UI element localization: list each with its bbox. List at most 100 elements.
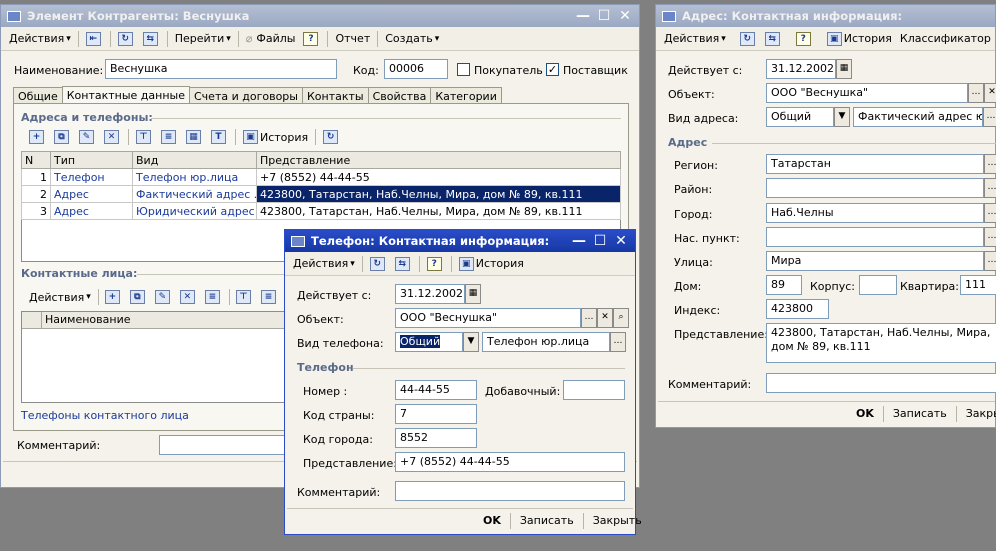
- settlement-field[interactable]: [766, 227, 984, 247]
- goto-menu[interactable]: Перейти: [171, 29, 235, 49]
- extension-field[interactable]: [563, 380, 625, 400]
- help-button[interactable]: ?: [423, 254, 448, 274]
- comment-field[interactable]: [159, 435, 287, 455]
- chevron-down-icon[interactable]: ▼: [834, 107, 850, 127]
- filter-list-icon[interactable]: ≡: [157, 127, 182, 147]
- select-kind-button[interactable]: …: [983, 107, 996, 127]
- address-titlebar[interactable]: Адрес: Контактная информация:: [656, 5, 995, 27]
- address-kind-select[interactable]: Общий: [766, 107, 834, 127]
- history-button[interactable]: ▣ История: [239, 127, 312, 147]
- back-icon[interactable]: ⇤: [82, 29, 107, 49]
- maximize-icon[interactable]: ☐: [590, 232, 610, 250]
- swap-icon[interactable]: ⇆: [761, 29, 786, 49]
- city-field[interactable]: Наб.Челны: [766, 203, 984, 223]
- refresh-icon[interactable]: ↻: [736, 29, 761, 49]
- contacts-grid-header[interactable]: Наименование: [22, 312, 286, 329]
- building-field[interactable]: [859, 275, 897, 295]
- district-field[interactable]: [766, 178, 984, 198]
- comment-field[interactable]: [766, 373, 996, 393]
- swap-icon[interactable]: ⇆: [391, 254, 416, 274]
- valid-from-field[interactable]: 31.12.2002: [766, 59, 836, 79]
- select-kind-button[interactable]: …: [610, 332, 626, 352]
- valid-from-field[interactable]: 31.12.2002: [395, 284, 465, 304]
- representation-field[interactable]: 423800, Татарстан, Наб.Челны, Мира, дом …: [766, 323, 996, 363]
- number-field[interactable]: 44-44-55: [395, 380, 477, 400]
- delete-row-icon[interactable]: ✕: [100, 127, 125, 147]
- hierarchy-icon[interactable]: ≡: [201, 287, 226, 307]
- save-button[interactable]: Записать: [887, 405, 953, 422]
- select-object-button[interactable]: …: [968, 83, 984, 103]
- refresh-icon[interactable]: ↻: [114, 29, 139, 49]
- country-code-field[interactable]: 7: [395, 404, 477, 424]
- close-button[interactable]: Закрыть: [587, 512, 648, 529]
- add-contact-icon[interactable]: +: [101, 287, 126, 307]
- object-field[interactable]: ООО "Веснушка": [395, 308, 581, 328]
- maximize-icon[interactable]: ☐: [594, 7, 614, 25]
- actions-menu[interactable]: Действия: [289, 254, 359, 274]
- close-icon[interactable]: ✕: [615, 7, 635, 25]
- clear-object-button[interactable]: ✕: [597, 308, 613, 328]
- close-icon[interactable]: ✕: [611, 232, 631, 250]
- grid-header-type[interactable]: Тип: [50, 151, 133, 169]
- calendar-icon[interactable]: ▦: [465, 284, 481, 304]
- address-kind-field[interactable]: Фактический адрес юр: [853, 107, 983, 127]
- grid-header-repr[interactable]: Представление: [256, 151, 621, 169]
- add-row-icon[interactable]: +: [25, 127, 50, 147]
- contact-phones-link[interactable]: Телефоны контактного лица: [21, 409, 189, 422]
- table-row[interactable]: 3 Адрес Юридический адрес ... 423800, Та…: [21, 202, 621, 220]
- copy-contact-icon[interactable]: ⧉: [126, 287, 151, 307]
- edit-row-icon[interactable]: ✎: [75, 127, 100, 147]
- flat-field[interactable]: 111: [960, 275, 996, 295]
- report-button[interactable]: Отчет: [331, 29, 374, 49]
- table-row[interactable]: 2 Адрес Фактический адрес ... 423800, Та…: [21, 185, 621, 203]
- filter-icon[interactable]: ⊤: [232, 287, 257, 307]
- classifier-button[interactable]: Классификатор: [896, 29, 995, 49]
- help-button[interactable]: ?: [299, 29, 324, 49]
- code-field[interactable]: 00006: [384, 59, 448, 79]
- phone-kind-field[interactable]: Телефон юр.лица: [482, 332, 610, 352]
- supplier-checkbox[interactable]: ✓: [546, 63, 559, 76]
- phone-kind-select[interactable]: Общий: [395, 332, 463, 352]
- close-button[interactable]: Закрыть: [960, 405, 996, 422]
- buyer-checkbox[interactable]: [457, 63, 470, 76]
- select-district-button[interactable]: …: [984, 178, 996, 198]
- minimize-icon[interactable]: —: [569, 232, 589, 250]
- object-field[interactable]: ООО "Веснушка": [766, 83, 968, 103]
- minimize-icon[interactable]: —: [573, 7, 593, 25]
- history-button[interactable]: ▣ История: [455, 254, 528, 274]
- help-button[interactable]: ?: [792, 29, 817, 49]
- sort-icon[interactable]: ▦: [182, 127, 207, 147]
- chevron-down-icon[interactable]: ▼: [463, 332, 479, 352]
- filter-icon[interactable]: ⊤: [132, 127, 157, 147]
- files-button[interactable]: ⌀ Файлы: [242, 29, 300, 49]
- history-button[interactable]: ▣ История: [823, 29, 896, 49]
- city-code-field[interactable]: 8552: [395, 428, 477, 448]
- select-object-button[interactable]: …: [581, 308, 597, 328]
- street-field[interactable]: Мира: [766, 251, 984, 271]
- region-field[interactable]: Татарстан: [766, 154, 984, 174]
- representation-field[interactable]: +7 (8552) 44-44-55: [395, 452, 625, 472]
- edit-contact-icon[interactable]: ✎: [151, 287, 176, 307]
- select-settlement-button[interactable]: …: [984, 227, 996, 247]
- contacts-actions-menu[interactable]: Действия: [25, 287, 95, 307]
- refresh-icon[interactable]: ↻: [319, 127, 344, 147]
- comment-field[interactable]: [395, 481, 625, 501]
- ok-button[interactable]: OK: [477, 512, 507, 529]
- save-button[interactable]: Записать: [514, 512, 580, 529]
- table-row[interactable]: 1 Телефон Телефон юр.лица +7 (8552) 44-4…: [21, 168, 621, 186]
- grid-header-kind[interactable]: Вид: [132, 151, 257, 169]
- select-region-button[interactable]: …: [984, 154, 996, 174]
- grid-header-n[interactable]: N: [21, 151, 51, 169]
- calendar-icon[interactable]: ▦: [836, 59, 852, 79]
- select-street-button[interactable]: …: [984, 251, 996, 271]
- delete-contact-icon[interactable]: ✕: [176, 287, 201, 307]
- actions-menu[interactable]: Действия: [660, 29, 730, 49]
- clear-object-button[interactable]: ✕: [984, 83, 996, 103]
- search-icon[interactable]: ⌕: [613, 308, 629, 328]
- name-field[interactable]: Веснушка: [105, 59, 337, 79]
- actions-menu[interactable]: Действия: [5, 29, 75, 49]
- clear-filter-icon[interactable]: T: [207, 127, 232, 147]
- index-field[interactable]: 423800: [766, 299, 829, 319]
- phone-titlebar[interactable]: Телефон: Контактная информация: — ☐ ✕: [285, 230, 635, 252]
- copy-row-icon[interactable]: ⧉: [50, 127, 75, 147]
